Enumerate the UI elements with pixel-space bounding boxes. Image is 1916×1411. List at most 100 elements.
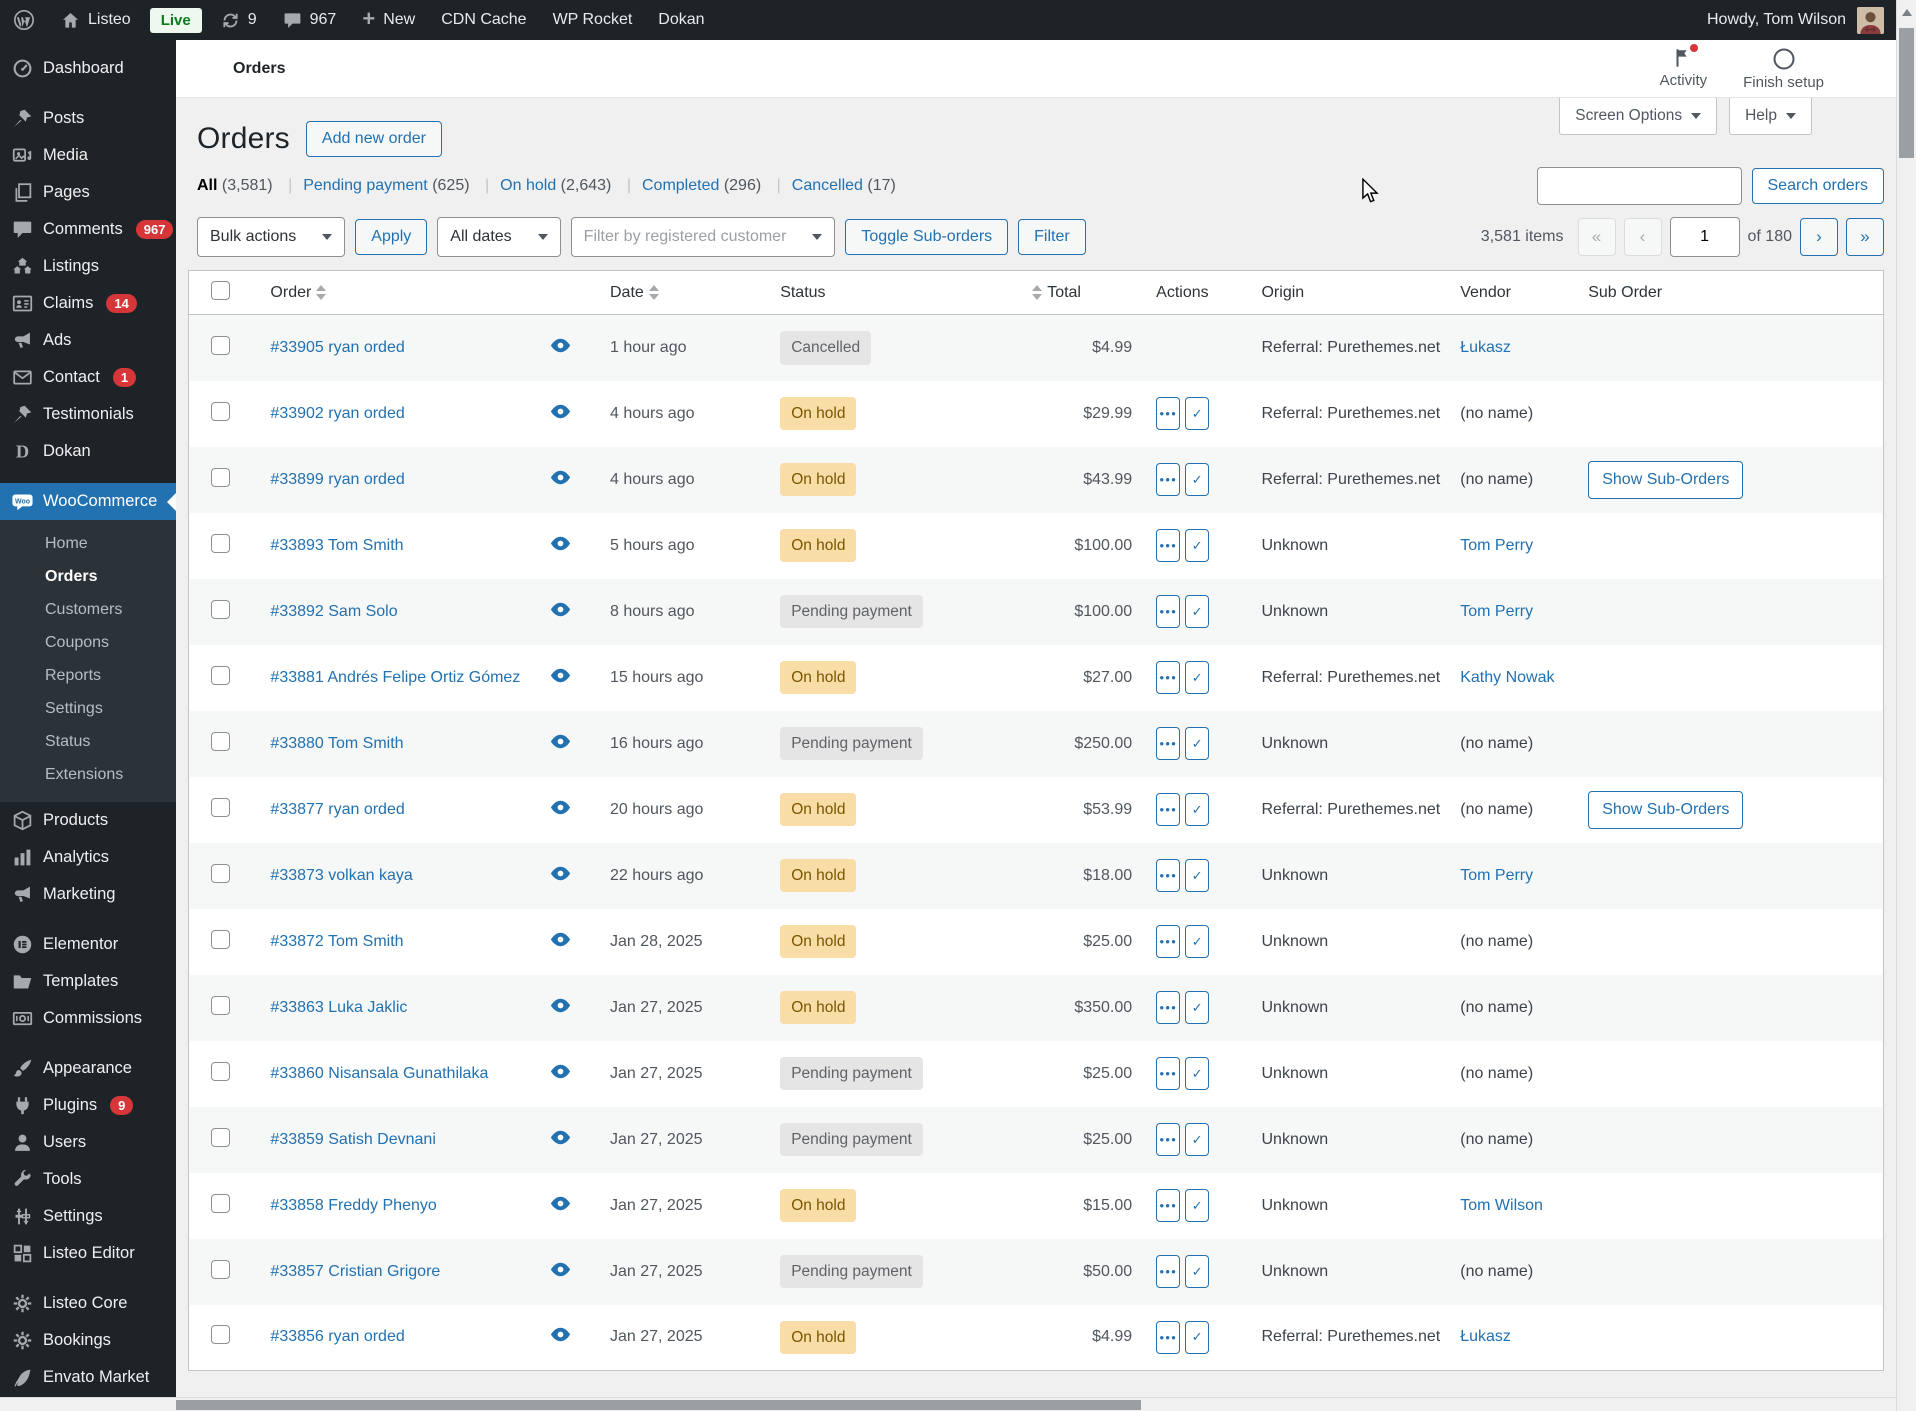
order-link[interactable]: #33872 Tom Smith [270, 933, 403, 950]
filter-button[interactable]: Filter [1018, 219, 1086, 255]
preview-eye-icon[interactable] [549, 1258, 572, 1281]
first-page-button[interactable]: « [1577, 218, 1616, 256]
preview-eye-icon[interactable] [549, 334, 572, 357]
order-complete-button[interactable]: ✓ [1185, 859, 1210, 892]
sidebar-item-appearance[interactable]: Appearance [0, 1050, 176, 1087]
add-new-order-button[interactable]: Add new order [305, 121, 442, 157]
order-complete-button[interactable]: ✓ [1185, 595, 1210, 628]
last-page-button[interactable]: » [1846, 218, 1884, 256]
order-complete-button[interactable]: ✓ [1185, 793, 1210, 826]
search-orders-input[interactable] [1536, 167, 1742, 205]
preview-eye-icon[interactable] [549, 664, 572, 687]
row-checkbox[interactable] [211, 665, 230, 685]
sidebar-subitem-reports[interactable]: Reports [0, 659, 176, 692]
row-checkbox[interactable] [211, 929, 230, 949]
order-preview-actions-button[interactable]: ●●● [1156, 529, 1181, 562]
vendor-link[interactable]: Tom Perry [1460, 537, 1533, 554]
sidebar-item-commissions[interactable]: Commissions [0, 1000, 176, 1037]
sidebar-item-listings[interactable]: Listings [0, 248, 176, 285]
preview-eye-icon[interactable] [549, 1126, 572, 1149]
vertical-scrollbar[interactable] [1896, 0, 1916, 1411]
sidebar-subitem-orders[interactable]: Orders [0, 560, 176, 593]
order-preview-actions-button[interactable]: ●●● [1156, 661, 1181, 694]
order-link[interactable]: #33860 Nisansala Gunathilaka [270, 1065, 488, 1082]
order-link[interactable]: #33859 Satish Devnani [270, 1131, 435, 1148]
sidebar-item-settings[interactable]: Settings [0, 1198, 176, 1235]
preview-eye-icon[interactable] [549, 928, 572, 951]
order-preview-actions-button[interactable]: ●●● [1156, 463, 1181, 496]
row-checkbox[interactable] [211, 533, 230, 553]
sidebar-subitem-home[interactable]: Home [0, 527, 176, 560]
order-link[interactable]: #33856 ryan orded [270, 1328, 404, 1345]
order-complete-button[interactable]: ✓ [1185, 1320, 1210, 1354]
sidebar-item-templates[interactable]: Templates [0, 963, 176, 1000]
sidebar-item-listeo-core[interactable]: Listeo Core [0, 1285, 176, 1322]
prev-page-button[interactable]: ‹ [1623, 218, 1662, 256]
wordpress-menu[interactable] [0, 0, 48, 40]
order-complete-button[interactable]: ✓ [1185, 1123, 1210, 1156]
order-preview-actions-button[interactable]: ●●● [1156, 925, 1181, 958]
comments-menu[interactable]: 967 [270, 0, 350, 40]
preview-eye-icon[interactable] [549, 862, 572, 885]
order-link[interactable]: #33905 ryan orded [270, 339, 404, 356]
sidebar-item-woocommerce[interactable]: WooCommerce [0, 483, 176, 520]
order-complete-button[interactable]: ✓ [1185, 1255, 1210, 1288]
sidebar-item-pages[interactable]: Pages [0, 174, 176, 211]
cdn-cache-menu[interactable]: CDN Cache [428, 0, 539, 40]
preview-eye-icon[interactable] [549, 994, 572, 1017]
sidebar-subitem-coupons[interactable]: Coupons [0, 626, 176, 659]
row-checkbox[interactable] [211, 1127, 230, 1147]
search-orders-button[interactable]: Search orders [1751, 168, 1884, 204]
order-preview-actions-button[interactable]: ●●● [1156, 595, 1181, 628]
order-complete-button[interactable]: ✓ [1185, 1189, 1210, 1222]
preview-eye-icon[interactable] [549, 1323, 572, 1346]
vendor-link[interactable]: Tom Perry [1460, 603, 1533, 620]
order-link[interactable]: #33880 Tom Smith [270, 735, 403, 752]
order-complete-button[interactable]: ✓ [1185, 661, 1210, 694]
next-page-button[interactable]: › [1800, 218, 1838, 256]
row-checkbox[interactable] [211, 599, 230, 619]
scroll-up-arrow-icon[interactable] [1902, 9, 1912, 16]
order-link[interactable]: #33893 Tom Smith [270, 537, 403, 554]
sidebar-item-products[interactable]: Products [0, 802, 176, 839]
order-preview-actions-button[interactable]: ●●● [1156, 859, 1181, 892]
sidebar-item-plugins[interactable]: Plugins 9 [0, 1087, 176, 1124]
order-link[interactable]: #33873 volkan kaya [270, 867, 412, 884]
order-preview-actions-button[interactable]: ●●● [1156, 1189, 1181, 1222]
order-complete-button[interactable]: ✓ [1185, 397, 1210, 430]
new-content-menu[interactable]: + New [349, 0, 428, 40]
order-link[interactable]: #33902 ryan orded [270, 405, 404, 422]
avatar[interactable] [1857, 6, 1884, 34]
sidebar-item-marketing[interactable]: Marketing [0, 876, 176, 913]
row-checkbox[interactable] [211, 335, 230, 355]
row-checkbox[interactable] [211, 401, 230, 421]
order-preview-actions-button[interactable]: ●●● [1156, 1057, 1181, 1090]
order-link[interactable]: #33857 Cristian Grigore [270, 1263, 440, 1280]
preview-eye-icon[interactable] [549, 1192, 572, 1215]
help-tab[interactable]: Help [1729, 98, 1812, 135]
order-preview-actions-button[interactable]: ●●● [1156, 793, 1181, 826]
order-preview-actions-button[interactable]: ●●● [1156, 1320, 1181, 1354]
wp-rocket-menu[interactable]: WP Rocket [540, 0, 646, 40]
order-complete-button[interactable]: ✓ [1185, 925, 1210, 958]
column-header-total[interactable]: Total [974, 270, 1147, 315]
order-link[interactable]: #33899 ryan orded [270, 471, 404, 488]
order-link[interactable]: #33881 Andrés Felipe Ortiz Gómez [270, 669, 520, 686]
sidebar-item-comments[interactable]: Comments 967 [0, 211, 176, 248]
preview-eye-icon[interactable] [549, 1060, 572, 1083]
row-checkbox[interactable] [211, 995, 230, 1015]
sidebar-item-listeo-editor[interactable]: Listeo Editor [0, 1235, 176, 1272]
show-sub-orders-button[interactable]: Show Sub-Orders [1588, 790, 1744, 829]
sidebar-item-envato-market[interactable]: Envato Market [0, 1359, 176, 1396]
sidebar-subitem-settings[interactable]: Settings [0, 692, 176, 725]
howdy-account-menu[interactable]: Howdy, Tom Wilson [1707, 11, 1846, 29]
row-checkbox[interactable] [211, 467, 230, 487]
screen-options-tab[interactable]: Screen Options [1559, 98, 1718, 135]
vendor-link[interactable]: Łukasz [1460, 1328, 1511, 1345]
sidebar-item-dashboard[interactable]: Dashboard [0, 50, 176, 87]
sidebar-item-bookings[interactable]: Bookings [0, 1322, 176, 1359]
show-sub-orders-button[interactable]: Show Sub-Orders [1588, 460, 1744, 499]
sidebar-item-testimonials[interactable]: Testimonials [0, 396, 176, 433]
sidebar-item-ads[interactable]: Ads [0, 322, 176, 359]
preview-eye-icon[interactable] [549, 400, 572, 423]
